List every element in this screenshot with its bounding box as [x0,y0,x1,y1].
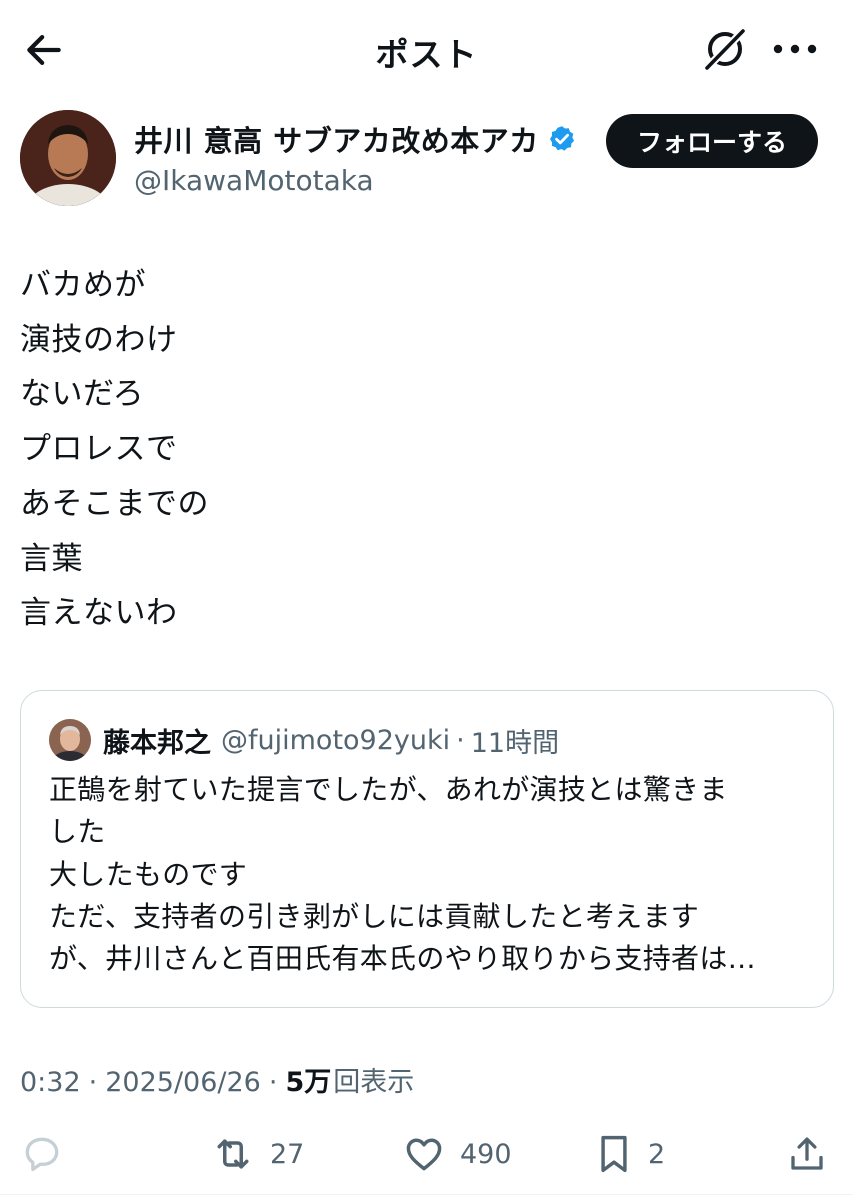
author-handle[interactable]: @IkawaMototaka [134,164,374,197]
author-avatar[interactable] [20,110,116,206]
tweet-text: バカめが 演技のわけ ないだろ プロレスで あそこまでの 言葉 言えないわ [20,258,820,641]
quoted-author-avatar [49,719,91,761]
tweet-line: 言葉 [20,540,83,577]
meta-separator: · [88,1067,98,1098]
like-count: 490 [460,1138,512,1170]
author-name-row[interactable]: 井川 意高 サブアカ改め本アカ [134,118,577,160]
meta-separator: · [268,1067,278,1098]
quoted-line: 正鵠を射ていた提言でしたが、あれが演技とは驚きま [49,773,728,806]
quoted-author-avatar-image [49,719,91,761]
bookmark-button[interactable]: 2 [594,1132,665,1176]
reply-button[interactable] [20,1132,64,1176]
tweet-line: 演技のわけ [20,321,178,358]
quoted-author-name: 藤本邦之 [103,727,211,759]
action-bar: 27 490 2 [0,1120,853,1190]
tweet-meta: 0:32 · 2025/06/26 · 5万 回表示 [20,1060,414,1099]
tweet-line: バカめが [20,267,146,303]
quoted-line: 大したものです [49,857,248,891]
post-date[interactable]: 2025/06/26 [105,1067,261,1098]
header-bar: ポスト [0,0,853,96]
tweet-line: 言えないわ [20,595,178,632]
grok-button[interactable] [698,22,752,76]
bookmark-icon [601,1135,627,1173]
retweet-button[interactable]: 27 [210,1132,304,1176]
bookmark-count: 2 [648,1138,666,1170]
author-avatar-image [20,110,116,206]
grok-icon [703,27,747,72]
tweet-line: あそこまでの [20,485,209,522]
more-horizontal-icon [773,44,817,54]
views-count[interactable]: 5万 [285,1060,331,1099]
quoted-line: ただ、支持者の引き剥がしには貢献したと考えます [49,899,700,933]
quoted-line: した [49,815,106,849]
views-label: 回表示 [333,1067,415,1098]
reply-icon [25,1137,59,1172]
retweet-count: 27 [270,1138,305,1170]
author-block: 井川 意高 サブアカ改め本アカ @IkawaMototaka フォローする [20,110,835,210]
verified-badge-icon [549,126,574,151]
like-button[interactable]: 490 [402,1132,512,1176]
quoted-author-handle: @fujimoto92yuki [221,724,451,756]
share-button[interactable] [786,1132,828,1176]
quoted-separator: · [456,724,465,756]
quoted-timestamp: 11時間 [470,727,560,759]
share-icon [791,1137,823,1170]
bottom-divider [0,1194,853,1195]
follow-button[interactable]: フォローする [606,114,818,168]
tweet-line: ないだろ [20,376,145,413]
quoted-tweet-card[interactable]: 藤本邦之 @fujimoto92yuki · 11時間 正鵠を射ていた提言でした… [20,690,834,1008]
more-button[interactable] [766,26,824,72]
author-name: 井川 意高 サブアカ改め本アカ [134,124,539,158]
quoted-tweet-text: 正鵠を射ていた提言でしたが、あれが演技とは驚きま した 大したものです ただ、支… [49,769,809,980]
retweet-icon [217,1139,249,1169]
post-time[interactable]: 0:32 [20,1067,81,1098]
quoted-line: が、井川さんと百田氏有本氏のやり取りから支持者は… [49,942,756,976]
quoted-tweet-header: 藤本邦之 @fujimoto92yuki · 11時間 [49,719,559,761]
heart-icon [406,1138,442,1171]
tweet-line: プロレスで [20,431,178,468]
